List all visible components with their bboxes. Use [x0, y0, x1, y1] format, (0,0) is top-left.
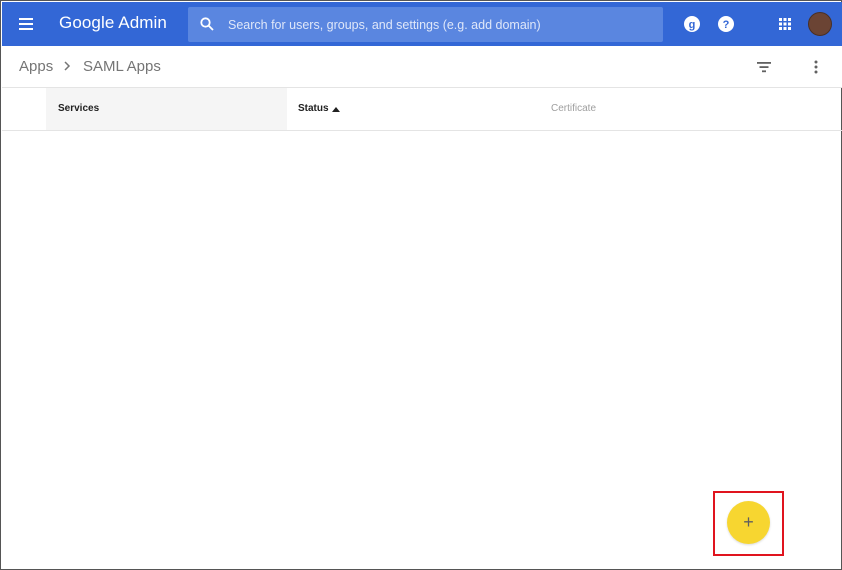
table-header: Services Status Certificate: [2, 88, 842, 131]
breadcrumb-item-apps[interactable]: Apps: [19, 58, 53, 75]
column-header-certificate[interactable]: Certificate: [551, 103, 596, 114]
search-box[interactable]: [188, 7, 663, 42]
breadcrumb: Apps SAML Apps: [2, 46, 842, 88]
column-header-status[interactable]: Status: [298, 103, 329, 114]
app-frame: Google Admin g ?: [0, 0, 842, 570]
menu-icon[interactable]: [16, 12, 40, 36]
table-body: [2, 132, 842, 492]
filter-icon[interactable]: [754, 57, 774, 77]
column-label-services: Services: [58, 103, 100, 114]
app-title: Google Admin: [59, 13, 167, 32]
sort-ascending-icon[interactable]: [332, 107, 340, 112]
search-input[interactable]: [228, 7, 648, 42]
google-g-icon[interactable]: g: [682, 14, 702, 34]
add-icon: +: [743, 512, 754, 532]
column-header-services[interactable]: Services: [46, 88, 287, 130]
top-app-bar: Google Admin g ?: [2, 2, 842, 46]
more-vert-icon[interactable]: [806, 57, 826, 77]
chevron-right-icon: [64, 61, 71, 71]
help-icon[interactable]: ?: [716, 14, 736, 34]
apps-grid-icon[interactable]: [775, 14, 795, 34]
avatar[interactable]: [808, 12, 832, 36]
breadcrumb-item-saml-apps: SAML Apps: [83, 58, 161, 75]
svg-text:?: ?: [723, 19, 730, 31]
svg-text:g: g: [689, 19, 696, 31]
search-icon: [200, 17, 214, 31]
add-app-button[interactable]: +: [727, 501, 770, 544]
